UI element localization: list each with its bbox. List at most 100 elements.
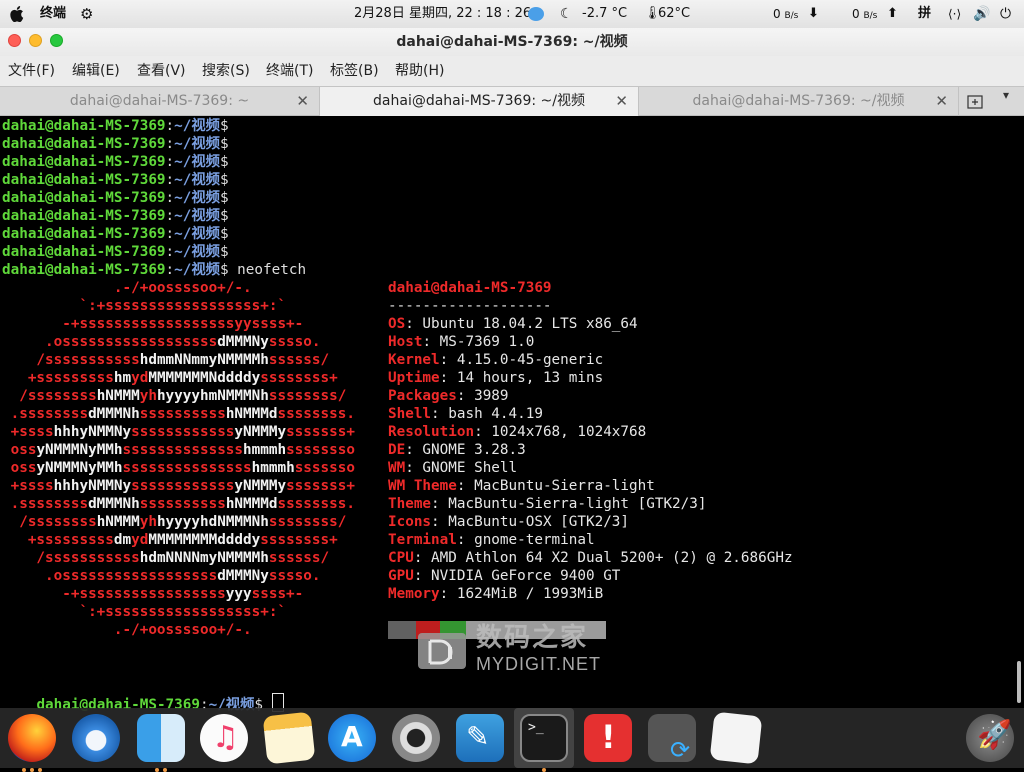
tab-videos[interactable]: dahai@dahai-MS-7369: ~/视频 ✕: [639, 87, 959, 116]
prompt-user: dahai@dahai-MS-7369: [2, 136, 166, 152]
info-colon: :: [439, 586, 449, 602]
prompt-separator: :: [165, 262, 175, 278]
info-key: Shell: [388, 406, 432, 422]
volume-icon[interactable]: 🔊: [973, 0, 990, 28]
prompt-char: $: [219, 190, 229, 206]
arrow-up-icon: ⬆: [887, 6, 898, 21]
text-editor-icon[interactable]: [709, 711, 763, 765]
new-tab-icon: [967, 95, 983, 109]
prompt-user: dahai@dahai-MS-7369: [2, 208, 166, 224]
menu-help[interactable]: 帮助(H): [395, 56, 444, 86]
close-tab-icon[interactable]: ✕: [296, 87, 309, 115]
prompt-char: $: [219, 154, 229, 170]
prompt-line: dahai@dahai-MS-7369:~/视频$: [2, 117, 229, 135]
tab-label: dahai@dahai-MS-7369: ~/视频: [373, 93, 585, 109]
info-key: Memory: [388, 586, 440, 602]
menu-search[interactable]: 搜索(S): [202, 56, 250, 86]
tab-label: dahai@dahai-MS-7369: ~/视频: [692, 93, 905, 109]
logo-segment: hyyyyhdNMMMNh: [156, 514, 269, 530]
info-key: Host: [388, 334, 423, 350]
menu-edit[interactable]: 编辑(E): [72, 56, 120, 86]
clock[interactable]: 2月28日 星期四, 22 : 18 : 26: [354, 0, 531, 28]
app-store-a-icon: A: [341, 720, 363, 753]
close-tab-icon[interactable]: ✕: [615, 87, 628, 115]
logo-segment: ssssssss.: [277, 496, 355, 512]
info-line: Icons: MacBuntu-OSX [GTK2/3]: [388, 513, 629, 531]
finder-icon[interactable]: [137, 714, 185, 762]
net-down-speed[interactable]: 0 B/s: [773, 0, 798, 28]
logo-line: ossyNMMMNyMMhsssssssssssssshmmmhssssssso: [2, 441, 355, 459]
thunderbird-icon[interactable]: [72, 714, 120, 762]
terminal-icon[interactable]: >_: [520, 714, 568, 762]
logo-segment: .-/+oossssoo+/-.: [2, 622, 252, 638]
logo-segment: +ssss: [2, 424, 54, 440]
running-indicator: [163, 768, 167, 772]
menu-terminal[interactable]: 终端(T): [266, 56, 313, 86]
logo-segment: hyyyyhmNMMMNh: [156, 388, 269, 404]
cpu-temperature[interactable]: 62°C: [658, 0, 690, 28]
video-converter-icon[interactable]: ⟳: [648, 714, 696, 764]
prompt-path: ~/视频: [174, 118, 220, 134]
close-tab-icon[interactable]: ✕: [935, 87, 948, 115]
prompt-user: dahai@dahai-MS-7369: [2, 190, 166, 206]
info-value: gnome-terminal: [465, 532, 595, 548]
info-colon: :: [431, 514, 440, 530]
logo-segment: ssssssss/: [268, 388, 347, 404]
input-method-indicator[interactable]: 拼: [918, 0, 931, 28]
music-icon[interactable]: ♫: [200, 714, 248, 762]
info-line: WM: GNOME Shell: [388, 459, 517, 477]
window-title: dahai@dahai-MS-7369: ~/视频: [396, 34, 628, 50]
tab-home[interactable]: dahai@dahai-MS-7369: ~ ✕: [0, 87, 320, 116]
menu-file[interactable]: 文件(F): [8, 56, 55, 86]
app-store-icon[interactable]: A: [328, 714, 376, 762]
logo-line: /ssssssssssshdmNNNNmyNMMMMhssssss/: [2, 549, 329, 567]
chevron-down-icon: ▾: [1003, 88, 1010, 102]
info-value: 4.15.0-45-generic: [448, 352, 604, 368]
dock: ♫ A ✎ >_ ! ⟳ 🚀: [0, 708, 1024, 772]
mysql-workbench-icon[interactable]: ✎: [456, 714, 504, 762]
logo-segment: .ssssssss: [2, 406, 89, 422]
tab-label: dahai@dahai-MS-7369: ~: [69, 93, 250, 109]
logo-segment: .-/+oossssoo+/-.: [2, 280, 252, 296]
net-up-speed[interactable]: 0 B/s: [852, 0, 877, 28]
network-icon[interactable]: ⟨·⟩: [948, 0, 961, 28]
app-settings-icon[interactable]: ⚙: [80, 0, 93, 28]
menu-view[interactable]: 查看(V): [137, 56, 186, 86]
active-prompt-line[interactable]: dahai@dahai-MS-7369:~/视频$: [2, 675, 284, 713]
prompt-path: ~/视频: [174, 154, 220, 170]
active-app-name[interactable]: 终端: [40, 0, 66, 28]
info-rule: -------------------: [388, 298, 552, 314]
tab-videos-active[interactable]: dahai@dahai-MS-7369: ~/视频 ✕: [320, 87, 639, 116]
prompt-path: ~/视频: [174, 208, 220, 224]
music-note-icon: ♫: [212, 720, 239, 755]
power-icon[interactable]: ⏻: [1000, 0, 1011, 28]
info-key: WM Theme: [388, 478, 457, 494]
launcher-rocket-icon[interactable]: 🚀: [966, 714, 1014, 762]
prompt-separator: :: [165, 154, 175, 170]
new-tab-button[interactable]: [959, 87, 993, 116]
prompt-separator: :: [165, 136, 175, 152]
info-value: MacBuntu-OSX [GTK2/3]: [439, 514, 630, 530]
terminal-view[interactable]: dahai@dahai-MS-7369:~/视频$ dahai@dahai-MS-…: [0, 116, 1024, 713]
prompt-user: dahai@dahai-MS-7369: [2, 262, 166, 278]
info-line: Kernel: 4.15.0-45-generic: [388, 351, 603, 369]
apple-icon[interactable]: [10, 6, 24, 22]
logo-segment: /ssssssss: [2, 388, 97, 404]
logo-segment: hNMMM: [96, 514, 140, 530]
info-line: Terminal: gnome-terminal: [388, 531, 595, 549]
notes-icon[interactable]: [262, 711, 316, 765]
weather-temperature[interactable]: -2.7 °C: [582, 0, 627, 28]
help-icon[interactable]: [392, 714, 440, 762]
logo-segment: oss: [2, 442, 37, 458]
logo-segment: .ossssssssssssssssss: [2, 334, 218, 350]
logo-segment: /sssssssssss: [2, 550, 140, 566]
menu-tabs[interactable]: 标签(B): [330, 56, 379, 86]
error-report-icon[interactable]: !: [584, 714, 632, 762]
prompt-user: dahai@dahai-MS-7369: [2, 118, 166, 134]
logo-segment: /ssssssss: [2, 514, 97, 530]
info-value: 1024x768, 1024x768: [482, 424, 647, 440]
firefox-icon[interactable]: [8, 714, 56, 762]
tab-menu-button[interactable]: ▾: [993, 87, 1024, 116]
logo-segment: yyy: [225, 586, 252, 602]
scrollbar-thumb[interactable]: [1017, 661, 1021, 703]
